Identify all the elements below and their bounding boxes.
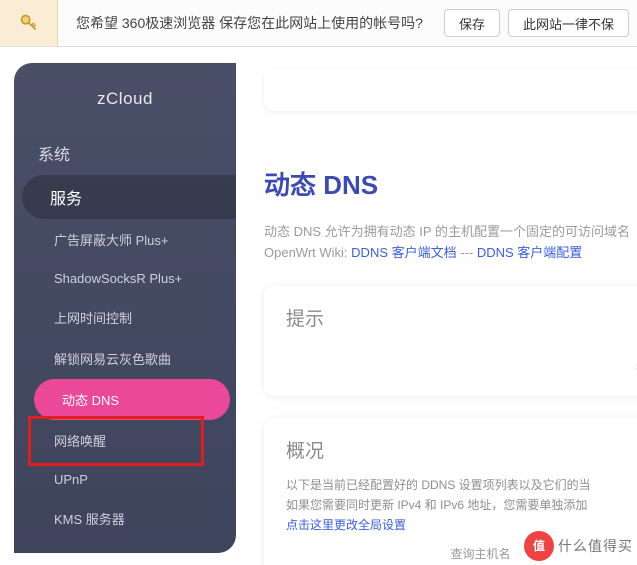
- sidebar-item-ssr[interactable]: ShadowSocksR Plus+: [14, 260, 236, 297]
- overview-line2: 如果您需要同时更新 IPv4 和 IPv6 地址，您需要单独添加: [286, 498, 587, 512]
- overview-title: 概况: [286, 436, 637, 463]
- sidebar-item-adblock[interactable]: 广告屏蔽大师 Plus+: [14, 219, 236, 260]
- hint-more-link[interactable]: 查看更: [286, 359, 637, 378]
- link-ddns-config[interactable]: DDNS 客户端配置: [477, 245, 582, 260]
- nav-category-storage[interactable]: 网络存储: [14, 545, 236, 553]
- page-title: 动态 DNS: [264, 165, 637, 202]
- overview-line1: 以下是当前已经配置好的 DDNS 设置项列表以及它们的当: [286, 478, 591, 492]
- nav-category-services[interactable]: 服务: [22, 175, 236, 219]
- watermark-badge: 值: [524, 531, 554, 561]
- key-icon: [0, 0, 58, 46]
- desc-sep: ---: [460, 245, 477, 260]
- main-content: 动态 DNS 动态 DNS 允许为拥有动态 IP 的主机配置一个固定的可访问域名…: [236, 47, 637, 565]
- sidebar-item-netease[interactable]: 解锁网易云灰色歌曲: [14, 338, 236, 379]
- sidebar-item-wol[interactable]: 网络唤醒: [14, 420, 236, 461]
- brand-title: zCloud: [14, 83, 236, 131]
- desc-wiki-prefix: OpenWrt Wiki:: [264, 245, 351, 260]
- browser-save-bar: 您希望 360极速浏览器 保存您在此网站上使用的帐号吗? 保存 此网站一律不保: [0, 0, 637, 47]
- desc-text: 动态 DNS 允许为拥有动态 IP 的主机配置一个固定的可访问域名: [264, 224, 630, 239]
- overview-global-link[interactable]: 点击这里更改全局设置: [286, 518, 406, 532]
- sidebar-item-ddns[interactable]: 动态 DNS: [34, 379, 230, 420]
- search-input[interactable]: [264, 69, 637, 111]
- sidebar-item-kms[interactable]: KMS 服务器: [14, 498, 236, 539]
- sidebar: zCloud 系统 服务 广告屏蔽大师 Plus+ ShadowSocksR P…: [14, 63, 236, 553]
- never-save-button[interactable]: 此网站一律不保: [508, 9, 629, 37]
- save-prompt-text: 您希望 360极速浏览器 保存您在此网站上使用的帐号吗?: [58, 13, 444, 33]
- sidebar-item-upnp[interactable]: UPnP: [14, 461, 236, 498]
- link-ddns-doc[interactable]: DDNS 客户端文档: [351, 245, 456, 260]
- sidebar-item-time-control[interactable]: 上网时间控制: [14, 297, 236, 338]
- hint-title: 提示: [286, 304, 637, 331]
- page-description: 动态 DNS 允许为拥有动态 IP 的主机配置一个固定的可访问域名 OpenWr…: [264, 222, 637, 264]
- hint-card: 提示 查看更: [264, 286, 637, 396]
- watermark: 值 什么值得买: [524, 531, 633, 561]
- nav-category-system[interactable]: 系统: [14, 131, 236, 175]
- watermark-text: 什么值得买: [558, 536, 633, 556]
- save-button[interactable]: 保存: [444, 9, 500, 37]
